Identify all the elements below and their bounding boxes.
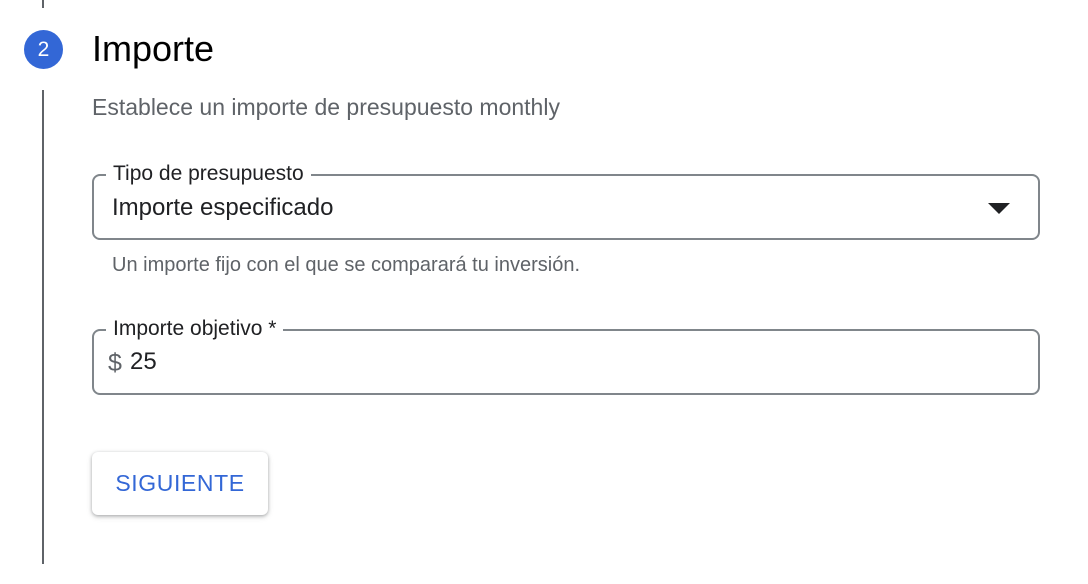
budget-type-select[interactable]: Tipo de presupuesto Importe especificado <box>92 161 1040 240</box>
target-amount-input[interactable] <box>130 345 1010 379</box>
budget-type-value: Importe especificado <box>112 194 334 221</box>
target-amount-label: Importe objetivo * <box>106 316 284 342</box>
step-description: Establece un importe de presupuesto mont… <box>92 94 560 120</box>
budget-type-label: Tipo de presupuesto <box>106 161 311 187</box>
next-button[interactable]: SIGUIENTE <box>92 452 268 515</box>
step-number-badge: 2 <box>24 30 63 69</box>
stepper-rail-top <box>42 0 44 8</box>
arrow-drop-down-icon[interactable] <box>988 203 1010 214</box>
target-amount-field[interactable]: Importe objetivo * $ <box>92 316 1040 395</box>
step-title: Importe <box>92 28 215 69</box>
budget-type-hint: Un importe fijo con el que se comparará … <box>112 254 581 276</box>
stepper-rail <box>42 90 44 564</box>
currency-symbol: $ <box>108 349 122 377</box>
budget-amount-step: 2 Importe Establece un importe de presup… <box>0 0 1088 584</box>
